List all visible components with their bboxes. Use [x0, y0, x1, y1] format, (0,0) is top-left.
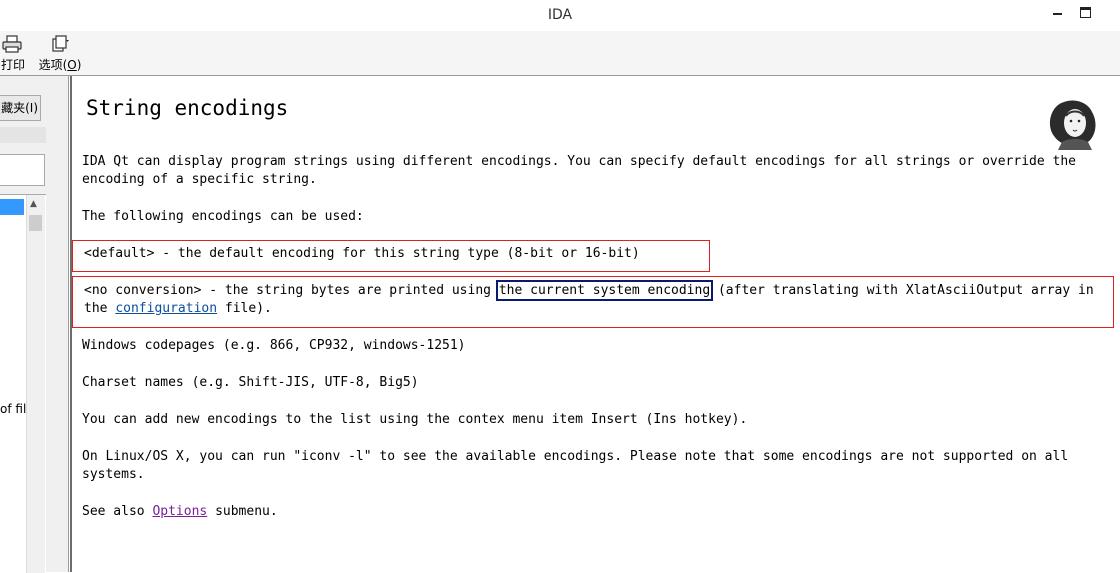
- see-also-paragraph: See also Options submenu.: [82, 503, 1102, 521]
- intro-paragraph: IDA Qt can display program strings using…: [82, 154, 1076, 187]
- options-mnemonic: O: [67, 58, 77, 72]
- default-encoding-item: <default> - the default encoding for thi…: [84, 246, 640, 261]
- scroll-up-icon[interactable]: ▲: [30, 199, 37, 209]
- system-encoding-highlight: the current system encoding: [495, 280, 714, 301]
- topic-list-scrollbar[interactable]: ▲: [26, 195, 45, 573]
- see-also-suffix: submenu.: [207, 504, 278, 519]
- charset-names-item: Charset names (e.g. Shift-JIS, UTF-8, Bi…: [82, 375, 419, 390]
- no-conversion-item: <no conversion> - the string bytes are p…: [84, 280, 1104, 318]
- panel-header-strip: [0, 127, 46, 143]
- codepages-item: Windows codepages (e.g. 866, CP932, wind…: [82, 338, 466, 353]
- search-input[interactable]: [0, 154, 45, 186]
- navigation-panel: 藏夹(I) ▲ of fil: [0, 76, 69, 573]
- options-label-suffix: ): [76, 58, 82, 72]
- options-icon: [52, 35, 69, 52]
- see-also-prefix: See also: [82, 504, 153, 519]
- print-label: 打印: [0, 58, 25, 72]
- selected-list-item[interactable]: [0, 199, 24, 215]
- no-conversion-prefix: <no conversion> - the string bytes are p…: [84, 283, 499, 298]
- list-item-text[interactable]: of fil: [0, 402, 26, 416]
- scrollbar-thumb[interactable]: [29, 215, 42, 231]
- linux-paragraph: On Linux/OS X, you can run "iconv -l" to…: [82, 449, 1069, 482]
- window-title: IDA: [547, 7, 573, 23]
- tab-favorites[interactable]: 藏夹(I): [0, 95, 41, 121]
- ida-portrait-logo: [1049, 100, 1096, 150]
- window-titlebar: IDA: [0, 0, 1120, 32]
- configuration-link[interactable]: configuration: [115, 301, 217, 316]
- page-title: String encodings: [86, 96, 289, 120]
- help-content: String encodings IDA Qt can display prog…: [70, 76, 1120, 572]
- options-label: 选项(O): [37, 56, 83, 73]
- options-link[interactable]: Options: [152, 504, 207, 519]
- printer-icon: [2, 35, 22, 53]
- encodings-intro: The following encodings can be used:: [82, 209, 364, 224]
- no-conversion-suffix: file).: [217, 301, 272, 316]
- minimize-icon: [1053, 13, 1062, 15]
- options-button[interactable]: 选项(O): [37, 34, 83, 73]
- topic-list[interactable]: ▲: [0, 194, 46, 573]
- maximize-icon: [1080, 7, 1091, 18]
- add-encodings-paragraph: You can add new encodings to the list us…: [82, 412, 748, 427]
- print-button[interactable]: 打印: [0, 34, 26, 73]
- maximize-button[interactable]: [1075, 3, 1097, 21]
- help-toolbar: 打印 选项(O): [0, 31, 1120, 76]
- minimize-button[interactable]: [1047, 3, 1069, 21]
- options-label-prefix: 选项(: [38, 58, 68, 72]
